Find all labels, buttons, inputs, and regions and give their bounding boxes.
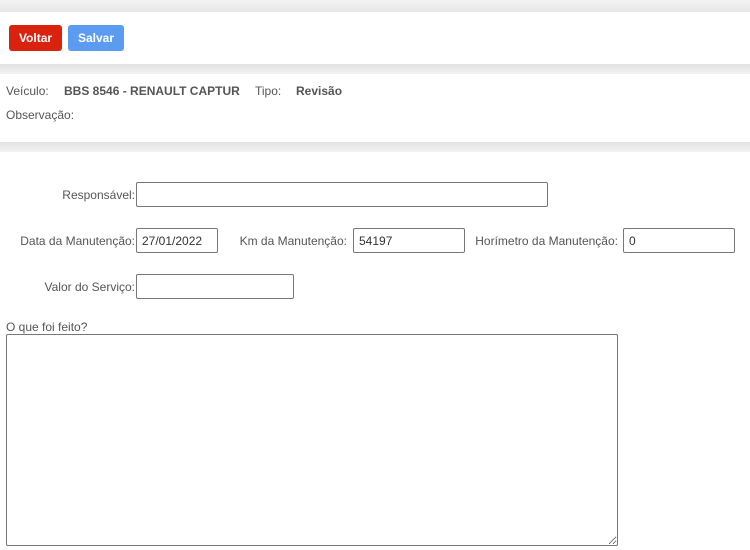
tipo-value: Revisão [296,84,343,98]
valor-servico-input[interactable] [136,274,294,299]
vehicle-info-panel: Veículo: BBS 8546 - RENAULT CAPTUR Tipo:… [0,74,750,142]
salvar-button[interactable]: Salvar [68,25,124,51]
horimetro-label: Horímetro da Manutenção: [475,234,618,248]
voltar-button[interactable]: Voltar [9,25,62,51]
maintenance-form: Responsável: Data da Manutenção: Km da M… [0,152,750,550]
observacao-label: Observação: [6,108,75,122]
section-divider [0,64,750,74]
responsavel-label: Responsável: [62,188,135,202]
oque-foi-feito-label: O que foi feito? [6,320,88,334]
data-manutencao-label: Data da Manutenção: [20,234,135,248]
veiculo-label: Veículo: [6,84,49,98]
responsavel-input[interactable] [136,182,548,207]
top-divider [0,0,750,12]
km-manutencao-input[interactable] [353,228,465,253]
tipo-label: Tipo: [255,84,282,98]
veiculo-value: BBS 8546 - RENAULT CAPTUR [64,84,240,98]
section-divider [0,142,750,152]
data-manutencao-input[interactable] [136,228,218,253]
oque-foi-feito-textarea[interactable] [6,334,618,546]
horimetro-input[interactable] [623,228,735,253]
km-manutencao-label: Km da Manutenção: [239,234,347,248]
toolbar: Voltar Salvar [0,12,750,64]
valor-servico-label: Valor do Serviço: [44,280,136,294]
